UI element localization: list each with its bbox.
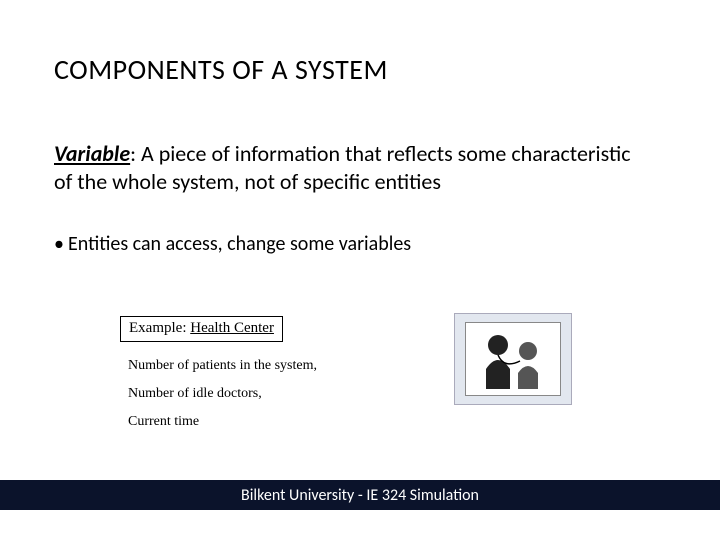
example-line-3: Current time [128, 414, 199, 430]
bullet-entities: •Entities can access, change some variab… [54, 232, 634, 256]
slide: COMPONENTS OF A SYSTEM Variable: A piece… [0, 0, 720, 540]
bullet-text: Entities can access, change some variabl… [68, 232, 411, 256]
doctor-patient-svg-icon [468, 325, 558, 393]
example-line-2: Number of idle doctors, [128, 386, 262, 402]
footer-bar: Bilkent University - IE 324 Simulation [0, 480, 720, 510]
definition-paragraph: Variable: A piece of information that re… [54, 140, 634, 195]
example-label-underlined: Health Center [190, 320, 274, 336]
doctor-patient-icon [465, 322, 561, 396]
example-label-box: Example: Health Center [120, 316, 283, 342]
definition-text: : A piece of information that reflects s… [54, 140, 631, 195]
footer-text: Bilkent University - IE 324 Simulation [241, 486, 479, 505]
illustration-frame [454, 313, 572, 405]
example-label-prefix: Example: [129, 320, 190, 336]
bullet-dot-icon: • [54, 232, 68, 256]
term-variable: Variable [54, 140, 130, 167]
example-line-1: Number of patients in the system, [128, 358, 317, 374]
slide-title: COMPONENTS OF A SYSTEM [54, 52, 388, 87]
